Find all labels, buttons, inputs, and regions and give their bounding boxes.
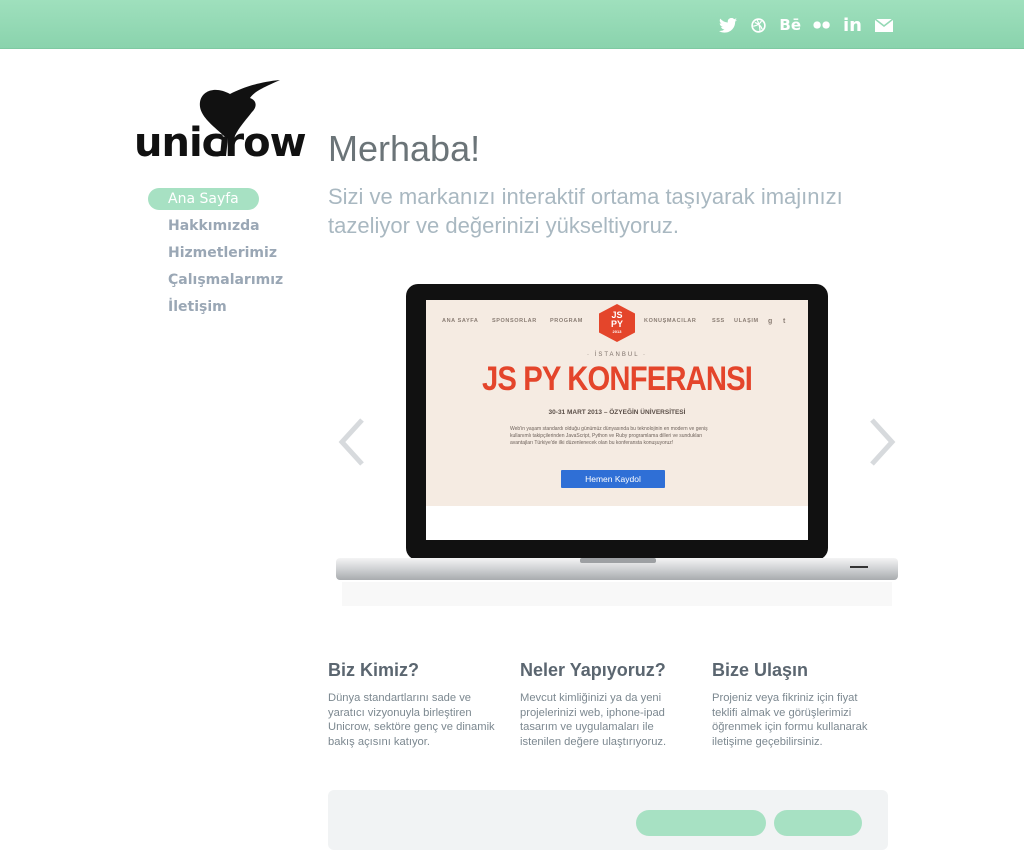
nav-item-works[interactable]: Çalışmalarımız bbox=[148, 269, 303, 291]
nav-item-about[interactable]: Hakkımızda bbox=[148, 215, 303, 237]
slide-headline: JS PY KONFERANSI bbox=[481, 360, 753, 398]
slide-nav-item[interactable]: ANA SAYFA bbox=[442, 318, 478, 324]
badge-line: JS bbox=[611, 310, 623, 320]
linkedin-icon[interactable]: in bbox=[843, 14, 862, 36]
contact-text: Projeniz veya fikriniz için fiyat teklif… bbox=[712, 692, 868, 748]
top-bar: Bē in bbox=[0, 0, 1024, 49]
google-plus-icon[interactable]: g bbox=[768, 318, 773, 325]
cta-pill-button-secondary[interactable] bbox=[774, 810, 862, 836]
page-subtitle: Sizi ve markanızı interaktif ortama taşı… bbox=[328, 184, 843, 238]
chevron-left-icon bbox=[338, 418, 364, 466]
brand-logo[interactable]: unicrow bbox=[134, 76, 307, 168]
slide-description: Web'in yaşam standardı olduğu günümüz dü… bbox=[510, 426, 708, 446]
portfolio-slider: ANA SAYFA SPONSORLAR PROGRAM KONUŞMACILA… bbox=[330, 282, 900, 612]
register-button[interactable]: Hemen Kaydol bbox=[561, 470, 665, 488]
nav-item-services[interactable]: Hizmetlerimiz bbox=[148, 242, 303, 264]
cta-pill-button[interactable] bbox=[636, 810, 766, 836]
about-column: Biz Kimiz? Dünya standartlarını sade ve … bbox=[328, 660, 500, 749]
page-title: Merhaba! bbox=[328, 128, 481, 169]
services-heading: Neler Yapıyoruz? bbox=[520, 660, 666, 680]
nav-item-contact[interactable]: İletişim bbox=[148, 296, 303, 318]
chevron-right-icon bbox=[870, 418, 896, 466]
twitter-icon[interactable] bbox=[719, 14, 738, 36]
contact-column: Bize Ulaşın Projeniz veya fikriniz için … bbox=[712, 660, 884, 749]
slide-nav-item[interactable]: ULAŞIM bbox=[734, 318, 759, 324]
services-column: Neler Yapıyoruz? Mevcut kimliğinizi ya d… bbox=[520, 660, 692, 749]
bottom-cta-box bbox=[328, 790, 888, 850]
slide-nav-item[interactable]: SPONSORLAR bbox=[492, 318, 537, 324]
nav-item-home[interactable]: Ana Sayfa bbox=[148, 188, 259, 210]
social-links: Bē in bbox=[719, 14, 894, 36]
slide-nav-item[interactable]: PROGRAM bbox=[550, 318, 583, 324]
dribbble-icon[interactable] bbox=[749, 14, 767, 36]
badge-year: 2013 bbox=[612, 329, 622, 334]
behance-icon[interactable]: Bē bbox=[779, 14, 801, 36]
flickr-icon[interactable] bbox=[813, 14, 831, 36]
mail-icon[interactable] bbox=[874, 14, 894, 36]
slide-city: · İSTANBUL · bbox=[586, 352, 647, 358]
twitter-icon[interactable]: t bbox=[783, 318, 786, 325]
slide-nav-item[interactable]: KONUŞMACILAR bbox=[644, 318, 696, 324]
services-text: Mevcut kimliğinizi ya da yeni projelerin… bbox=[520, 692, 667, 748]
jspy-badge: JS PY 2013 bbox=[599, 304, 635, 342]
slider-prev-arrow[interactable] bbox=[334, 416, 368, 468]
slide-date: 30-31 MART 2013 – ÖZYEĞİN ÜNİVERSİTESİ bbox=[548, 409, 686, 416]
slider-next-arrow[interactable] bbox=[866, 416, 900, 468]
slide-nav-item[interactable]: SSS bbox=[712, 318, 725, 324]
main-nav: Ana Sayfa Hakkımızda Hizmetlerimiz Çalış… bbox=[148, 188, 303, 323]
about-text: Dünya standartlarını sade ve yaratıcı vi… bbox=[328, 692, 495, 748]
logo-wordmark: unicrow bbox=[134, 120, 307, 166]
badge-line: PY bbox=[610, 319, 623, 329]
about-heading: Biz Kimiz? bbox=[328, 660, 420, 680]
contact-heading: Bize Ulaşın bbox=[712, 660, 809, 680]
slide-screen: ANA SAYFA SPONSORLAR PROGRAM KONUŞMACILA… bbox=[426, 300, 808, 506]
